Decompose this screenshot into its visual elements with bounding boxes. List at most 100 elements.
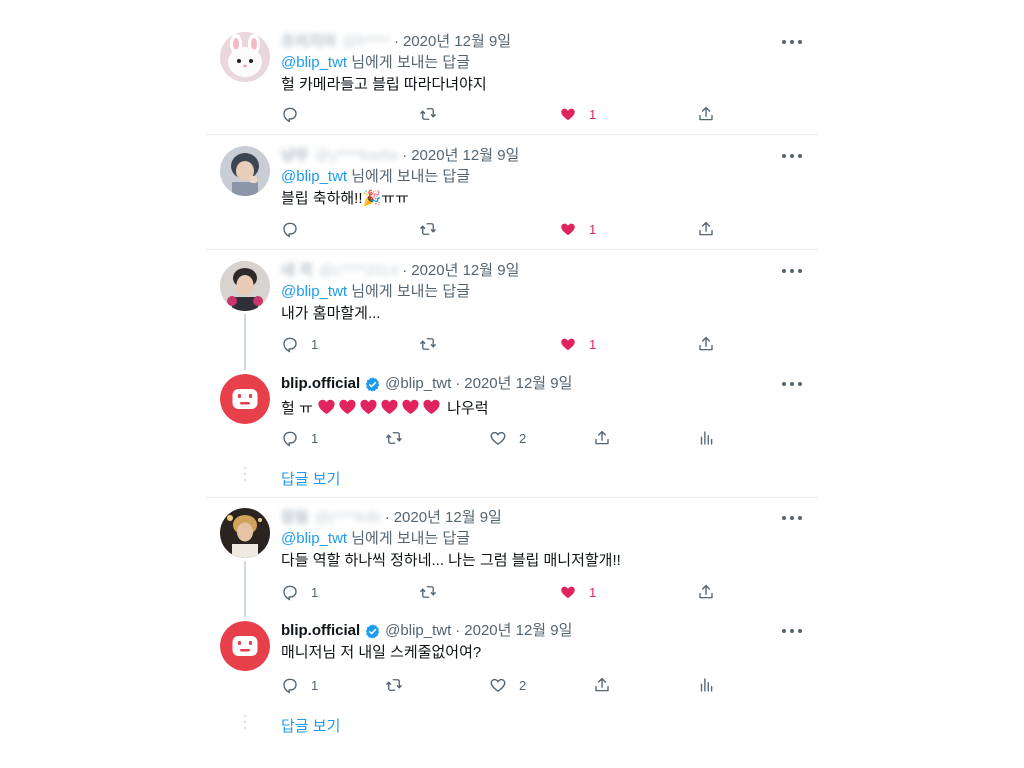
like-icon: [559, 335, 577, 353]
author-reply-tweet[interactable]: blip.official @blip_twt · 2020년 12월 9일 헐…: [206, 374, 818, 464]
retweet-button[interactable]: [419, 582, 437, 602]
more-icon[interactable]: [782, 376, 802, 392]
display-name[interactable]: 네 끼: [281, 261, 313, 281]
heart-emoji-row: [317, 400, 443, 417]
tweet-text: 블립 축하해!!🎉ㅠㅠ: [281, 190, 409, 207]
analytics-button[interactable]: [697, 675, 715, 695]
divider: [206, 497, 818, 498]
reply-tweet[interactable]: 냥무 @y****kwdw · 2020년 12월 9일 @blip_twt 님…: [206, 146, 818, 246]
like-button[interactable]: 1: [559, 582, 596, 602]
display-name[interactable]: 프리지아: [281, 32, 336, 52]
reply-icon: [281, 429, 299, 447]
share-icon: [697, 583, 715, 601]
display-name[interactable]: blip.official: [281, 621, 360, 641]
mention-link[interactable]: @blip_twt: [281, 283, 347, 300]
user-handle[interactable]: @fr****: [342, 32, 390, 52]
share-icon: [593, 429, 611, 447]
like-button[interactable]: 2: [489, 675, 526, 695]
reply-icon: [281, 335, 299, 353]
reply-button[interactable]: [281, 219, 299, 239]
retweet-icon: [419, 105, 437, 123]
reply-button[interactable]: 1: [281, 334, 318, 354]
more-icon[interactable]: [782, 34, 802, 50]
replying-to: @blip_twt 님에게 보내는 답글: [281, 529, 818, 549]
reply-button[interactable]: 1: [281, 675, 318, 695]
analytics-button[interactable]: [697, 428, 715, 448]
user-handle[interactable]: @c****2014: [319, 261, 398, 281]
heart-emoji-icon: [317, 397, 336, 416]
reply-count: 1: [311, 430, 319, 446]
like-button[interactable]: 1: [559, 219, 596, 239]
share-button[interactable]: [697, 334, 715, 354]
like-count: 2: [519, 677, 527, 693]
separator-dot: ·: [384, 509, 390, 526]
avatar[interactable]: [220, 508, 270, 558]
share-button[interactable]: [697, 219, 715, 239]
like-button[interactable]: 1: [559, 334, 596, 354]
heart-emoji-icon: [401, 397, 420, 416]
tweet-text: 다들 역할 하나씩 정하네... 나는 그럼 블립 매니저할개!!: [281, 552, 621, 569]
avatar[interactable]: [220, 261, 270, 311]
retweet-button[interactable]: [385, 675, 403, 695]
divider: [206, 249, 818, 250]
timestamp[interactable]: 2020년 12월 9일: [464, 374, 572, 394]
retweet-icon: [385, 429, 403, 447]
retweet-button[interactable]: [419, 104, 437, 124]
mention-link[interactable]: @blip_twt: [281, 168, 347, 185]
more-icon[interactable]: [782, 623, 802, 639]
separator-dot: ·: [393, 33, 399, 50]
show-replies-link[interactable]: 답글 보기: [281, 715, 340, 736]
reply-button[interactable]: 1: [281, 428, 318, 448]
avatar[interactable]: [220, 32, 270, 82]
display-name[interactable]: 냥무: [281, 146, 309, 166]
timestamp[interactable]: 2020년 12월 9일: [411, 146, 519, 166]
like-count: 2: [519, 430, 527, 446]
share-button[interactable]: [697, 104, 715, 124]
user-handle[interactable]: @blip_twt: [385, 374, 451, 394]
like-icon: [489, 429, 507, 447]
retweet-button[interactable]: [385, 428, 403, 448]
more-icon[interactable]: [782, 510, 802, 526]
mention-link[interactable]: @blip_twt: [281, 530, 347, 547]
timestamp[interactable]: 2020년 12월 9일: [411, 261, 519, 281]
thread-dots: [244, 715, 246, 733]
more-icon[interactable]: [782, 148, 802, 164]
retweet-icon: [419, 335, 437, 353]
more-icon[interactable]: [782, 263, 802, 279]
show-replies-link[interactable]: 답글 보기: [281, 468, 340, 489]
avatar[interactable]: [220, 621, 270, 671]
user-handle[interactable]: @blip_twt: [385, 621, 451, 641]
author-reply-tweet[interactable]: blip.official @blip_twt · 2020년 12월 9일 매…: [206, 621, 818, 711]
timestamp[interactable]: 2020년 12월 9일: [394, 508, 502, 528]
tweet-text: 헐 카메라들고 블립 따라다녀야지: [281, 76, 487, 93]
reply-tweet[interactable]: 잠됨 @j****kdb · 2020년 12월 9일 @blip_twt 님에…: [206, 508, 818, 608]
reply-count: 1: [311, 336, 319, 352]
reply-button[interactable]: 1: [281, 582, 318, 602]
replying-suffix: 님에게 보내는 답글: [347, 530, 470, 547]
verified-badge-icon: [364, 376, 381, 393]
mention-link[interactable]: @blip_twt: [281, 54, 347, 71]
user-handle[interactable]: @j****kdb: [315, 508, 381, 528]
timestamp[interactable]: 2020년 12월 9일: [403, 32, 511, 52]
timestamp[interactable]: 2020년 12월 9일: [464, 621, 572, 641]
heart-emoji-icon: [422, 397, 441, 416]
avatar[interactable]: [220, 146, 270, 196]
retweet-button[interactable]: [419, 219, 437, 239]
share-icon: [697, 220, 715, 238]
separator-dot: ·: [455, 375, 461, 392]
reply-tweet[interactable]: 프리지아 @fr**** · 2020년 12월 9일 @blip_twt 님에…: [206, 32, 818, 132]
replying-to: @blip_twt 님에게 보내는 답글: [281, 167, 818, 187]
user-handle[interactable]: @y****kwdw: [315, 146, 399, 166]
display-name[interactable]: 잠됨: [281, 508, 309, 528]
reply-tweet[interactable]: 네 끼 @c****2014 · 2020년 12월 9일 @blip_twt …: [206, 261, 818, 361]
reply-count: 1: [311, 677, 319, 693]
display-name[interactable]: blip.official: [281, 374, 360, 394]
reply-button[interactable]: [281, 104, 299, 124]
retweet-button[interactable]: [419, 334, 437, 354]
share-button[interactable]: [593, 428, 611, 448]
share-button[interactable]: [593, 675, 611, 695]
like-button[interactable]: 1: [559, 104, 596, 124]
avatar[interactable]: [220, 374, 270, 424]
like-button[interactable]: 2: [489, 428, 526, 448]
share-button[interactable]: [697, 582, 715, 602]
